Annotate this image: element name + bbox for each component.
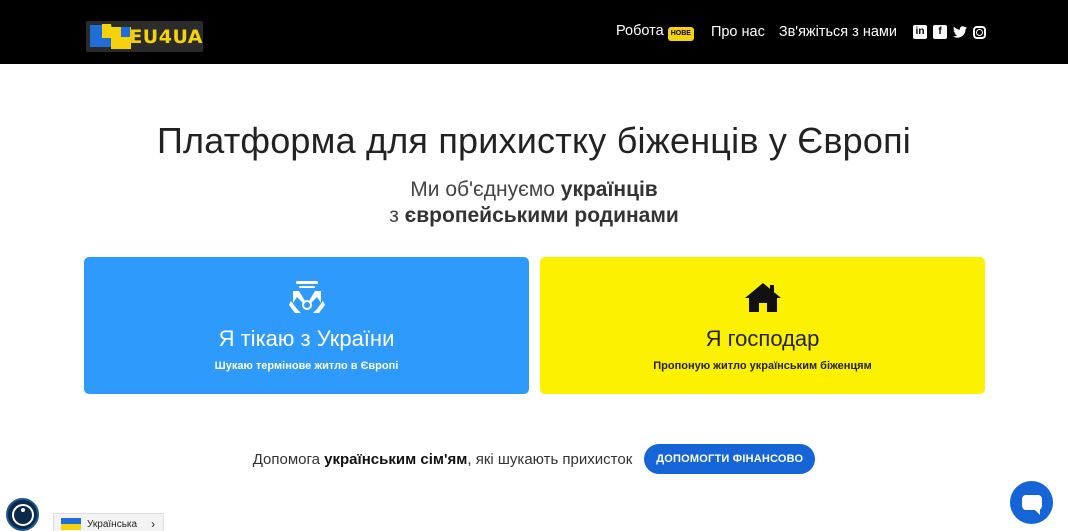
donate-button[interactable]: ДОПОМОГТИ ФІНАНСОВО (644, 444, 816, 474)
language-selector[interactable]: Українська › (53, 513, 164, 531)
social-links: in f (913, 25, 986, 39)
site-header: EU4UA Робота НОВЕ Про нас Зв'яжіться з на… (0, 0, 1068, 64)
nav-item-jobs-label: Робота (616, 23, 664, 39)
chat-icon (1021, 495, 1042, 515)
refugee-card-title: Я тікаю з України (218, 326, 395, 351)
nav-item-about[interactable]: Про нас (711, 24, 765, 40)
page: EU4UA Робота НОВЕ Про нас Зв'яжіться з на… (0, 0, 1068, 531)
house-icon (744, 283, 781, 312)
nav-item-contact[interactable]: Зв'яжіться з нами (779, 24, 897, 40)
hero-subtitle-line1: Ми об'єднуємо українців (410, 178, 658, 201)
instagram-icon[interactable] (973, 25, 986, 39)
accessibility-icon (11, 503, 34, 526)
page-title: Платформа для прихистку біженців у Європ… (156, 120, 911, 161)
host-card[interactable]: Я господар Пропоную житло українським бі… (540, 257, 985, 394)
logo-flag-icon (86, 21, 131, 52)
logo-text: EU4UA (129, 25, 203, 48)
help-text: Допомога українським сім'ям, які шукають… (252, 450, 633, 468)
twitter-icon[interactable] (953, 25, 967, 39)
accessibility-button[interactable] (6, 498, 39, 531)
chat-button[interactable] (1010, 481, 1053, 524)
hands-icon (288, 281, 325, 313)
language-label: Українська (87, 518, 138, 530)
hero-subtitle-line2: з європейськими родинами (389, 204, 679, 227)
eu4ua-logo[interactable]: EU4UA (86, 21, 203, 52)
refugee-card-desc: Шукаю термінове житло в Європі (214, 360, 399, 372)
facebook-icon[interactable]: f (933, 25, 947, 39)
nav-item-jobs[interactable]: Робота НОВЕ (616, 23, 694, 41)
main-nav: Робота НОВЕ Про нас Зв'яжіться з нами in … (616, 22, 986, 42)
linkedin-icon[interactable]: in (913, 25, 927, 39)
help-row: Допомога українським сім'ям, які шукають… (0, 444, 1068, 474)
new-badge: НОВЕ (667, 27, 694, 41)
chevron-right-icon: › (151, 517, 156, 531)
host-card-desc: Пропоную житло українським біженцям (653, 360, 872, 372)
ukraine-flag-icon (61, 518, 81, 530)
refugee-card[interactable]: Я тікаю з України Шукаю термінове житло … (84, 257, 529, 394)
host-card-title: Я господар (705, 326, 820, 351)
